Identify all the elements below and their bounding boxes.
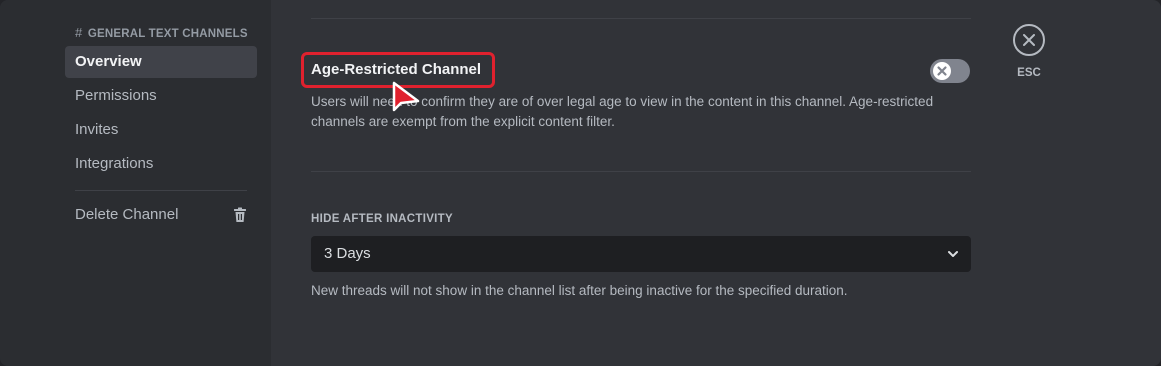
chevron-down-icon xyxy=(948,251,958,257)
delete-channel-button[interactable]: Delete Channel xyxy=(65,199,257,231)
close-icon xyxy=(1023,34,1035,46)
sidebar-item-label: Overview xyxy=(75,53,142,70)
section-divider xyxy=(311,171,971,172)
delete-channel-label: Delete Channel xyxy=(75,206,179,223)
inactivity-help-text: New threads will not show in the channel… xyxy=(311,283,848,298)
close-icon xyxy=(937,66,947,76)
channel-category: TEXT CHANNELS xyxy=(148,28,248,40)
channel-name: GENERAL xyxy=(87,28,146,40)
sidebar-item-label: Invites xyxy=(75,121,119,138)
pointer-cursor-icon xyxy=(392,81,420,112)
sidebar-header: # GENERAL TEXT CHANNELS xyxy=(75,25,248,40)
sidebar-item-permissions[interactable]: Permissions xyxy=(65,80,257,112)
esc-label: ESC xyxy=(1017,67,1041,79)
channel-hash-icon: # xyxy=(75,25,83,40)
hide-after-inactivity-label: HIDE AFTER INACTIVITY xyxy=(311,213,453,225)
settings-content: Age-Restricted Channel Users will need t… xyxy=(271,0,1161,366)
sidebar-item-integrations[interactable]: Integrations xyxy=(65,148,257,180)
inactivity-dropdown[interactable]: 3 Days xyxy=(311,236,971,272)
sidebar-item-invites[interactable]: Invites xyxy=(65,114,257,146)
toggle-knob xyxy=(933,62,951,80)
close-button[interactable] xyxy=(1013,24,1045,56)
settings-sidebar: # GENERAL TEXT CHANNELS Overview Permiss… xyxy=(0,0,271,366)
sidebar-item-overview[interactable]: Overview xyxy=(65,46,257,78)
dropdown-value: 3 Days xyxy=(324,245,371,262)
sidebar-divider xyxy=(75,190,247,191)
section-divider xyxy=(311,18,971,19)
settings-window: # GENERAL TEXT CHANNELS Overview Permiss… xyxy=(0,0,1161,366)
trash-icon xyxy=(234,207,246,222)
close-area: ESC xyxy=(1011,24,1047,79)
sidebar-item-label: Permissions xyxy=(75,87,157,104)
sidebar-item-label: Integrations xyxy=(75,155,154,172)
age-restricted-toggle[interactable] xyxy=(930,59,970,83)
